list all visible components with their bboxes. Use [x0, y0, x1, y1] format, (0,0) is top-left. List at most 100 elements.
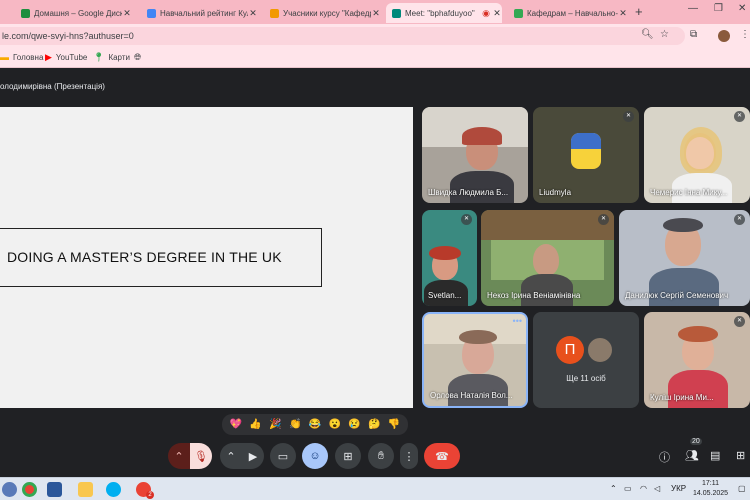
participant-tile[interactable]: ✕ Svetlan... — [422, 210, 477, 306]
clock-date: 14.05.2025 — [693, 490, 729, 497]
drive-icon — [21, 8, 30, 18]
participant-tile[interactable]: ✕ Данилюк Сергій Семенович — [619, 210, 750, 306]
skype-icon[interactable] — [106, 482, 121, 497]
youtube-icon: ▶ — [45, 52, 52, 62]
participant-name: Данилюк Сергій Семенович — [625, 291, 729, 300]
reaction-heart[interactable]: 💖 — [230, 419, 242, 430]
close-icon[interactable]: ✕ — [122, 8, 132, 19]
presenter-label: олодимирівна (Презентація) — [0, 82, 105, 91]
zoom-icon[interactable]: 🔍︎ — [641, 29, 654, 40]
tab-departments[interactable]: Кафедрам – Навчально-м ✕ — [508, 3, 628, 23]
emoji-icon: ☺ — [309, 450, 321, 462]
bookmark-label: Карти — [108, 53, 130, 62]
taskbar: 2 ⌃ ▭ ◠ ◁ УКР 17:11 14.05.2025 ▢ — [0, 477, 750, 500]
close-window-icon[interactable]: ✕ — [738, 3, 746, 14]
mic-options-button[interactable]: ⌃ — [168, 443, 190, 469]
activities-icon[interactable]: ⊞ — [736, 449, 745, 462]
new-tab-button[interactable]: + — [635, 4, 643, 19]
reaction-surprised[interactable]: 😮 — [328, 419, 340, 430]
emoji-button[interactable]: ☺ — [302, 443, 328, 469]
tab-meet[interactable]: Meet: "bphafduyoo" ◉ ✕ — [386, 3, 502, 23]
raise-hand-button[interactable]: ✋︎ — [368, 443, 394, 469]
camera-toggle-button[interactable]: ▶ — [242, 443, 264, 469]
more-options-button[interactable]: ⋮ — [400, 443, 418, 469]
participant-tile[interactable]: Швидка Людмила Б... — [422, 107, 528, 203]
notifications-icon[interactable]: ▢ — [738, 484, 746, 493]
reaction-thinking[interactable]: 🤔 — [368, 419, 380, 430]
tray-chevron-icon[interactable]: ⌃ — [610, 484, 617, 493]
volume-icon[interactable]: ◁ — [654, 484, 660, 493]
participant-name: Некоз Ірина Веніамінівна — [487, 291, 581, 300]
menu-icon[interactable]: ⋮ — [740, 29, 750, 40]
present-icon: ⊞ — [343, 450, 353, 463]
tab-rating[interactable]: Навчальний рейтинг Кул ✕ — [141, 3, 258, 23]
participant-tile[interactable]: ✕ Некоз Ірина Веніамінівна — [481, 210, 614, 306]
file-explorer-icon[interactable] — [78, 482, 93, 497]
bookmarks-bar: ▬ Головна ▶ YouTube 📍︎ Карти 🌐︎ — [0, 48, 750, 68]
minimize-icon[interactable]: — — [688, 3, 698, 14]
captions-icon: ▭ — [277, 450, 289, 463]
reaction-clap[interactable]: 👏 — [289, 419, 301, 430]
site-icon — [514, 8, 523, 18]
more-options-icon[interactable]: ••• — [513, 316, 522, 326]
close-icon[interactable]: ✕ — [492, 8, 502, 19]
star-icon[interactable]: ☆ — [660, 29, 669, 40]
close-icon[interactable]: ✕ — [371, 8, 381, 19]
mic-toggle-button[interactable]: 🎙︎ — [190, 443, 212, 469]
search-icon[interactable] — [2, 482, 17, 497]
bookmark-home[interactable]: ▬ Головна — [0, 52, 43, 62]
chrome-profile-icon[interactable]: 2 — [136, 482, 154, 499]
chevron-up-icon: ⌃ — [226, 450, 236, 463]
participant-tile[interactable]: ✕ Куліш Ірина Ми... — [644, 312, 750, 408]
extensions-icon[interactable]: ⧉ — [690, 29, 697, 40]
profile-avatar[interactable] — [718, 30, 730, 42]
docs-icon — [147, 8, 156, 18]
close-icon[interactable]: ✕ — [248, 8, 258, 19]
address-bar[interactable]: le.com/qwe-svyi-hns?authuser=0 — [0, 27, 685, 45]
reaction-party[interactable]: 🎉 — [269, 419, 281, 430]
screen: Домашня – Google Диск ✕ Навчальний рейти… — [0, 0, 750, 500]
chat-icon[interactable]: ▤ — [710, 449, 720, 462]
bookmark-maps[interactable]: 📍︎ Карти — [93, 52, 130, 63]
info-icon[interactable]: ⓘ — [659, 449, 670, 465]
chrome-icon[interactable] — [22, 482, 37, 497]
tab-google-drive[interactable]: Домашня – Google Диск ✕ — [15, 3, 132, 23]
restore-icon[interactable]: ❐ — [714, 3, 723, 14]
participant-name: Швидка Людмила Б... — [428, 188, 509, 197]
recording-icon: ◉ — [482, 7, 490, 18]
participant-tile[interactable]: ✕ Liudmyla — [533, 107, 639, 203]
tab-label: Учасники курсу "Кафедр — [283, 8, 371, 18]
clock[interactable]: 17:11 14.05.2025 — [693, 479, 728, 499]
slide-title: DOING A MASTER’S DEGREE IN THE UK — [0, 228, 322, 287]
mic-off-icon: ✕ — [734, 111, 745, 122]
captions-button[interactable]: ▭ — [270, 443, 296, 469]
word-icon[interactable] — [47, 482, 62, 497]
leave-call-button[interactable]: ☎︎ — [424, 443, 460, 469]
participant-tile[interactable]: ✕ Чемерис Інна Мику... — [644, 107, 750, 203]
present-button[interactable]: ⊞ — [335, 443, 361, 469]
language-indicator[interactable]: УКР — [671, 484, 686, 493]
people-icon[interactable]: 👥︎ — [685, 449, 699, 462]
reaction-sad[interactable]: 😢 — [348, 419, 360, 430]
participant-tile[interactable]: ••• Орлова Наталія Вол... — [422, 312, 528, 408]
camera-options-button[interactable]: ⌃ — [220, 443, 242, 469]
tab-label: Кафедрам – Навчально-м — [527, 8, 618, 18]
toolbar: le.com/qwe-svyi-hns?authuser=0 🔍︎ ☆ ⧉ ⋮ — [0, 24, 750, 48]
wifi-icon[interactable]: ◠ — [640, 484, 647, 493]
tab-bar: Домашня – Google Диск ✕ Навчальний рейти… — [0, 0, 750, 24]
participant-name: Куліш Ірина Ми... — [650, 393, 714, 402]
reaction-thumbs-up[interactable]: 👍 — [249, 419, 261, 430]
globe-icon[interactable]: 🌐︎ — [134, 52, 145, 63]
close-icon[interactable]: ✕ — [618, 8, 628, 19]
reaction-thumbs-down[interactable]: 👎 — [388, 419, 400, 430]
network-icon[interactable]: ▭ — [624, 484, 632, 493]
tab-course-members[interactable]: Учасники курсу "Кафедр ✕ — [264, 3, 381, 23]
tab-label: Meet: "bphafduyoo" — [405, 8, 475, 18]
mic-off-icon: ✕ — [623, 111, 634, 122]
more-participants-tile[interactable]: П Ще 11 осіб — [533, 312, 639, 408]
bookmark-youtube[interactable]: ▶ YouTube — [45, 52, 87, 63]
reaction-laugh[interactable]: 😂 — [309, 419, 321, 430]
participant-name: Орлова Наталія Вол... — [430, 391, 513, 400]
participant-name: Liudmyla — [539, 188, 572, 197]
more-participants-label: Ще 11 осіб — [566, 374, 606, 383]
